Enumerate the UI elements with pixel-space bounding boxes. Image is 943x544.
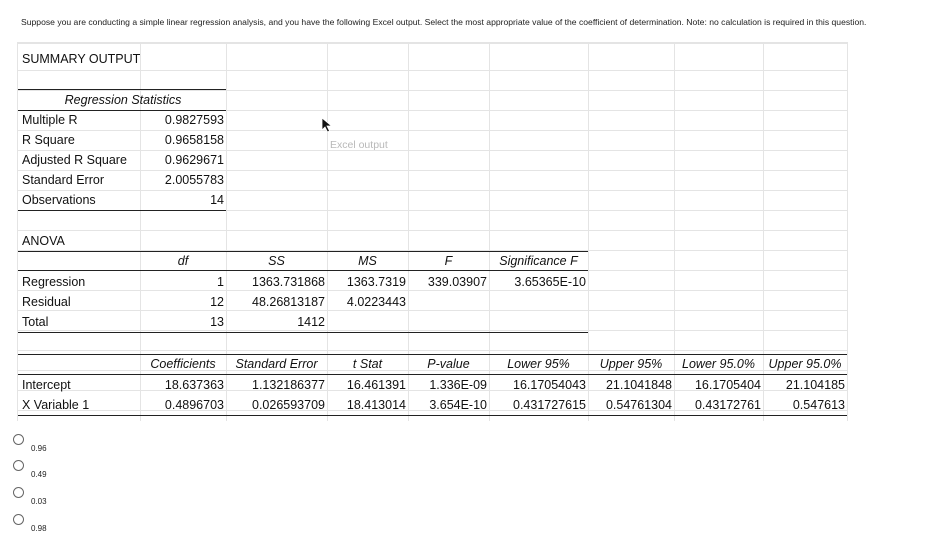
mouse-cursor-icon: [321, 117, 333, 133]
radio-button[interactable]: [13, 460, 24, 471]
coef-header: Lower 95.0%: [682, 357, 755, 371]
coef-cell: 0.547613: [792, 398, 845, 412]
coef-cell: 16.461391: [346, 378, 406, 392]
anova-cell: 12: [210, 295, 224, 309]
stat-value: 0.9827593: [164, 113, 224, 127]
coef-cell: 18.637363: [164, 378, 224, 392]
coef-cell: 16.1705404: [694, 378, 761, 392]
coef-cell: 0.026593709: [252, 398, 325, 412]
anova-header: MS: [358, 254, 377, 268]
stat-label: Observations: [22, 193, 96, 207]
stat-label: Multiple R: [22, 113, 78, 127]
anova-header: df: [177, 254, 189, 268]
anova-cell: 1412: [297, 315, 325, 329]
coef-cell: 0.4896703: [164, 398, 224, 412]
anova-row-label: Total: [22, 315, 49, 329]
radio-button[interactable]: [13, 514, 24, 525]
anova-header: F: [444, 254, 453, 268]
coef-cell: 0.54761304: [605, 398, 672, 412]
coef-row-label: Intercept: [22, 378, 71, 392]
anova-header: SS: [268, 254, 285, 268]
anova-cell: 339.03907: [427, 275, 487, 289]
stat-value: 14: [210, 193, 224, 207]
stat-value: 0.9629671: [164, 153, 224, 167]
option-label: 0.96: [31, 444, 47, 453]
coef-header: Upper 95.0%: [768, 357, 842, 371]
regression-stats-header: Regression Statistics: [64, 93, 182, 107]
stat-value: 0.9658158: [164, 133, 224, 147]
excel-output-image: SUMMARY OUTPUT Regression Statistics Mul…: [17, 42, 848, 421]
coef-header: Upper 95%: [599, 357, 663, 371]
coef-header: t Stat: [352, 357, 383, 371]
anova-cell: 1: [217, 275, 224, 289]
anova-cell: 4.0223443: [346, 295, 406, 309]
option-label: 0.98: [31, 524, 47, 533]
option-label: 0.03: [31, 497, 47, 506]
summary-title: SUMMARY OUTPUT: [22, 52, 141, 66]
coef-cell: 1.132186377: [252, 378, 325, 392]
coef-header: Standard Error: [235, 357, 318, 371]
coef-cell: 21.104185: [785, 378, 845, 392]
coef-cell: 18.413014: [346, 398, 406, 412]
excel-output-watermark: Excel output: [330, 139, 388, 151]
coef-row-label: X Variable 1: [22, 398, 90, 412]
coef-cell: 0.43172761: [694, 398, 761, 412]
coef-cell: 16.17054043: [513, 378, 586, 392]
anova-title: ANOVA: [22, 234, 65, 248]
coef-cell: 1.336E-09: [429, 378, 487, 392]
anova-row-label: Residual: [22, 295, 71, 309]
anova-cell: 3.65365E-10: [514, 275, 586, 289]
coef-cell: 3.654E-10: [429, 398, 487, 412]
stat-value: 2.0055783: [164, 173, 224, 187]
coef-cell: 21.1041848: [605, 378, 672, 392]
coef-header: P-value: [427, 357, 470, 371]
radio-button[interactable]: [13, 487, 24, 498]
coef-header: Coefficients: [150, 357, 216, 371]
stat-label: Standard Error: [22, 173, 104, 187]
anova-header: Significance F: [499, 254, 578, 268]
coef-header: Lower 95%: [507, 357, 570, 371]
stat-label: R Square: [22, 133, 75, 147]
radio-button[interactable]: [13, 434, 24, 445]
anova-cell: 48.26813187: [252, 295, 325, 309]
anova-cell: 13: [210, 315, 224, 329]
stat-label: Adjusted R Square: [22, 153, 127, 167]
coef-cell: 0.431727615: [513, 398, 586, 412]
question-text: Suppose you are conducting a simple line…: [21, 17, 867, 27]
anova-row-label: Regression: [22, 275, 86, 289]
anova-cell: 1363.731868: [252, 275, 325, 289]
option-label: 0.49: [31, 470, 47, 479]
anova-cell: 1363.7319: [346, 275, 406, 289]
